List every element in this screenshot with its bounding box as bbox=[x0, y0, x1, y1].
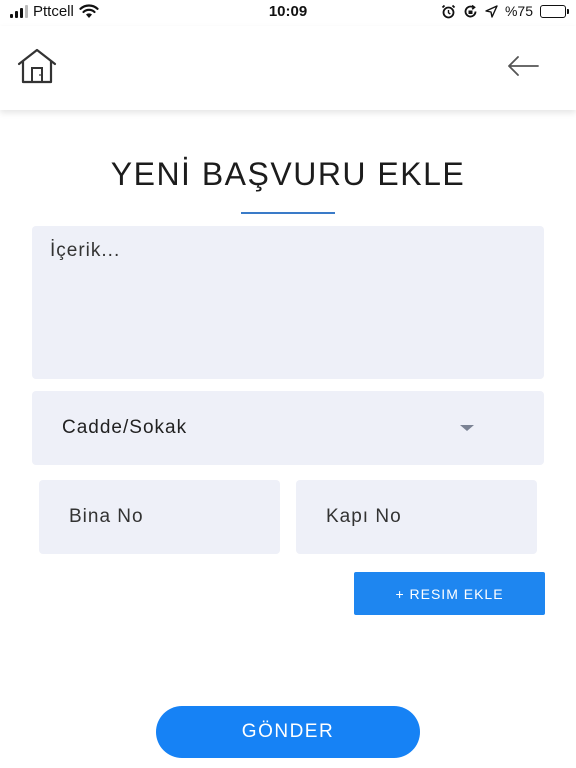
alarm-icon bbox=[441, 4, 456, 18]
building-no-input[interactable] bbox=[39, 480, 280, 554]
battery-icon bbox=[540, 4, 569, 18]
home-icon[interactable] bbox=[16, 48, 58, 84]
battery-percentage: %75 bbox=[504, 3, 533, 19]
page-title: YENİ BAŞVURU EKLE bbox=[110, 156, 466, 192]
street-select-value: Cadde/Sokak bbox=[62, 417, 188, 438]
arrow-left-icon[interactable] bbox=[506, 54, 540, 78]
title-underline bbox=[241, 212, 335, 214]
status-right: %75 bbox=[441, 3, 569, 19]
street-select[interactable]: Cadde/Sokak bbox=[32, 391, 544, 465]
location-icon bbox=[485, 4, 498, 18]
chevron-down-icon bbox=[460, 425, 474, 431]
add-image-button[interactable]: + RESIM EKLE bbox=[354, 572, 545, 615]
app-screen: Pttcell 10:09 %75 YENİ BAŞVURU EKLE İçer… bbox=[0, 0, 576, 768]
submit-button[interactable]: GÖNDER bbox=[156, 706, 420, 758]
top-navigation-bar bbox=[0, 26, 576, 110]
content-textarea[interactable] bbox=[32, 226, 544, 379]
status-bar: Pttcell 10:09 %75 bbox=[0, 0, 576, 26]
door-no-input[interactable] bbox=[296, 480, 537, 554]
orientation-lock-icon bbox=[464, 4, 477, 17]
